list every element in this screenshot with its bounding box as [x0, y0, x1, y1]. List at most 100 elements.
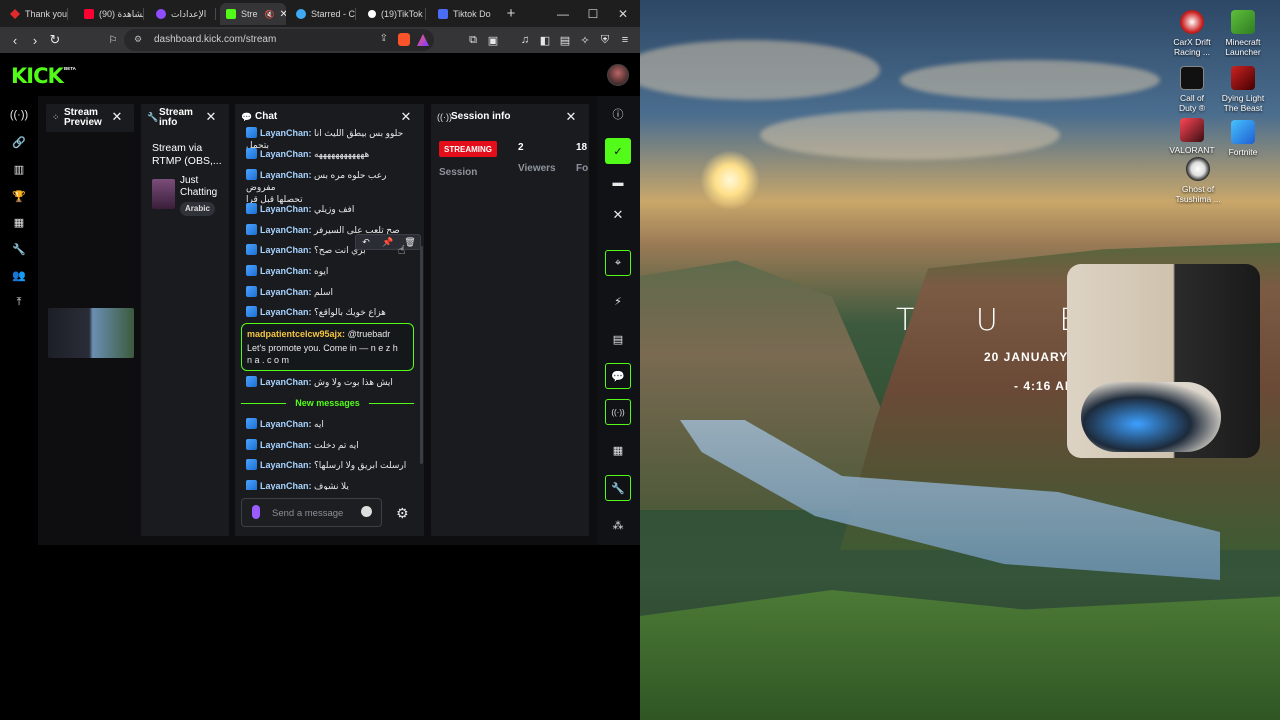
chat-username[interactable]: LayanChan: — [260, 287, 312, 297]
stream-preview-thumbnail[interactable] — [48, 308, 134, 358]
nav-trophy-icon[interactable]: 🏆 — [8, 187, 30, 205]
site-settings-icon[interactable]: ⚙ — [134, 34, 142, 45]
chat-message[interactable]: LayanChan: ايه — [246, 418, 416, 430]
desktop-icon-minecraft[interactable]: Minecraft Launcher — [1215, 10, 1271, 57]
nav-analytics-icon[interactable]: ▥ — [8, 160, 30, 178]
nav-broadcast-icon[interactable]: ((·)) — [8, 106, 30, 124]
chat-scrollbar[interactable] — [420, 246, 423, 464]
clip-icon[interactable]: ⌖ — [605, 250, 631, 276]
chat-message[interactable]: LayanChan: ارسلت ابريق ولا ارسلها؟ — [246, 459, 416, 471]
lightning-icon[interactable]: ⚡ — [605, 288, 631, 314]
chat-username[interactable]: LayanChan: — [260, 440, 312, 450]
stream-info-rail-icon[interactable]: ▦ — [605, 437, 631, 463]
tab-settings[interactable]: الإعدادات — [150, 3, 216, 25]
minimize-button[interactable]: — — [548, 0, 578, 27]
chat-username[interactable]: LayanChan: — [260, 128, 312, 138]
maximize-button[interactable]: ☐ — [578, 0, 608, 27]
close-chat-button[interactable]: ✕ — [399, 109, 413, 124]
nav-link-icon[interactable]: 🔗 — [8, 133, 30, 151]
close-rail-icon[interactable]: ✕ — [605, 202, 631, 228]
chat-username[interactable]: madpatientcelcw95ajx: — [247, 329, 345, 339]
nav-community-icon[interactable]: 👥 — [8, 266, 30, 284]
desktop-icon-dying-light[interactable]: Dying Light The Beast — [1215, 66, 1271, 113]
close-window-button[interactable]: ✕ — [608, 0, 638, 27]
tab-thank-you[interactable]: Thank you — [4, 3, 68, 25]
sidebar-icon[interactable]: ◧ — [538, 33, 552, 47]
category-thumbnail[interactable] — [152, 179, 175, 209]
chat-rail-icon[interactable]: 💬 — [605, 363, 631, 389]
tab-tiktok-download[interactable]: Tiktok Do — [432, 3, 496, 25]
screenshot-icon[interactable]: ▣ — [486, 33, 500, 47]
nav-videos-icon[interactable]: ▦ — [8, 213, 30, 231]
back-button[interactable]: ‹ — [6, 31, 24, 49]
chat-username[interactable]: LayanChan: — [260, 149, 312, 159]
reload-button[interactable]: ↻ — [46, 31, 64, 49]
desktop-icon-fortnite[interactable]: Fortnite — [1215, 120, 1271, 157]
desktop-icon-carx[interactable]: CarX Drift Racing ... — [1164, 10, 1220, 57]
chat-message[interactable]: LayanChan: يلا نشوف — [246, 480, 416, 490]
broadcast-rail-icon[interactable]: ((·)) — [605, 399, 631, 425]
brave-rewards-icon[interactable] — [417, 34, 429, 46]
desktop-icon-valorant[interactable]: VALORANT — [1164, 118, 1220, 155]
extensions-icon[interactable]: ⧉ — [466, 33, 480, 47]
forward-button[interactable]: › — [26, 31, 44, 49]
chat-username[interactable]: LayanChan: — [260, 481, 312, 490]
new-tab-button[interactable]: + — [496, 0, 526, 27]
info-icon[interactable]: ⓘ — [605, 101, 631, 127]
chat-username[interactable]: LayanChan: — [260, 460, 312, 470]
chat-settings-gear-icon[interactable]: ⚙ — [396, 505, 409, 522]
highlighted-mention-message[interactable]: madpatientcelcw95ajx: @truebadr Let's pr… — [241, 323, 414, 371]
wrench-rail-icon[interactable]: 🔧 — [605, 475, 631, 501]
chat-message-input[interactable] — [272, 506, 362, 520]
wallet-icon[interactable]: ▤ — [558, 33, 572, 47]
checkmark-icon[interactable]: ✓ — [605, 138, 631, 164]
chat-username[interactable]: LayanChan: — [260, 419, 312, 429]
tab-youtube[interactable]: (90) مشاهدة — [78, 3, 144, 25]
chat-message[interactable]: LayanChan: ايوه — [246, 265, 416, 277]
chat-input-box[interactable] — [241, 498, 382, 527]
menu-icon[interactable]: ≡ — [618, 33, 632, 47]
nav-tools-icon[interactable]: 🔧 — [8, 240, 30, 258]
community-rail-icon[interactable]: ⁂ — [605, 512, 631, 538]
drag-handle-icon[interactable]: ⁘ — [52, 112, 60, 123]
brave-shields-icon[interactable] — [398, 33, 410, 46]
emoji-icon[interactable] — [361, 506, 372, 517]
chat-username[interactable]: LayanChan: — [260, 377, 312, 387]
chat-username[interactable]: LayanChan: — [260, 307, 312, 317]
desktop-icon-cod[interactable]: Call of Duty ® — [1164, 66, 1220, 113]
chat-message[interactable]: LayanChan: ههههههههههههه — [246, 148, 416, 160]
close-stream-preview-button[interactable]: ✕ — [110, 109, 124, 124]
timeout-icon[interactable]: ↶ — [358, 236, 374, 249]
new-messages-divider[interactable]: New messages — [241, 398, 414, 410]
user-avatar[interactable] — [607, 64, 629, 86]
chat-message[interactable]: LayanChan: هزاع خويك بالواقع؟ — [246, 306, 416, 318]
tab-kick-stream[interactable]: Stre 🔇 ✕ — [220, 3, 286, 25]
vpn-icon[interactable]: ⛨ — [598, 33, 612, 47]
mute-icon[interactable]: 🔇 — [265, 10, 275, 19]
address-bar[interactable]: ⚙ dashboard.kick.com/stream ⇪ — [124, 29, 434, 51]
chat-username[interactable]: LayanChan: — [260, 266, 312, 276]
close-session-info-button[interactable]: ✕ — [564, 109, 578, 124]
share-icon[interactable]: ⇪ — [380, 33, 388, 44]
pin-icon[interactable]: 📌 — [380, 236, 396, 249]
chat-message[interactable]: LayanChan: رعب حلوه مره بس مفروض تحصلها ق… — [246, 169, 416, 205]
layout-icon[interactable]: ▬ — [605, 170, 631, 196]
chat-username[interactable]: LayanChan: — [260, 245, 312, 255]
chat-username[interactable]: LayanChan: — [260, 170, 312, 180]
desktop-icon-ghost[interactable]: Ghost of Tsushima ... — [1170, 157, 1226, 204]
chat-message[interactable]: LayanChan: ايش هذا بوت ولا وش — [246, 376, 416, 388]
chat-message[interactable]: LayanChan: ايه تم دخلت — [246, 439, 416, 451]
microphone-icon[interactable] — [252, 505, 260, 519]
chat-username[interactable]: LayanChan: — [260, 204, 312, 214]
tab-close-icon[interactable]: ✕ — [279, 9, 286, 20]
notes-icon[interactable]: ▤ — [605, 326, 631, 352]
tab-starred[interactable]: Starred - C — [290, 3, 356, 25]
tab-tiktok[interactable]: (19)TikTok — [362, 3, 426, 25]
close-stream-info-button[interactable]: ✕ — [204, 109, 218, 124]
chat-username[interactable]: LayanChan: — [260, 225, 312, 235]
chat-message[interactable]: LayanChan: افف وزيلي — [246, 203, 416, 215]
media-icon[interactable]: ♫ — [518, 33, 532, 47]
chat-message[interactable]: LayanChan: اسلم — [246, 286, 416, 298]
leo-ai-icon[interactable]: ✧ — [578, 33, 592, 47]
bookmark-icon[interactable]: ⚐ — [104, 31, 122, 49]
